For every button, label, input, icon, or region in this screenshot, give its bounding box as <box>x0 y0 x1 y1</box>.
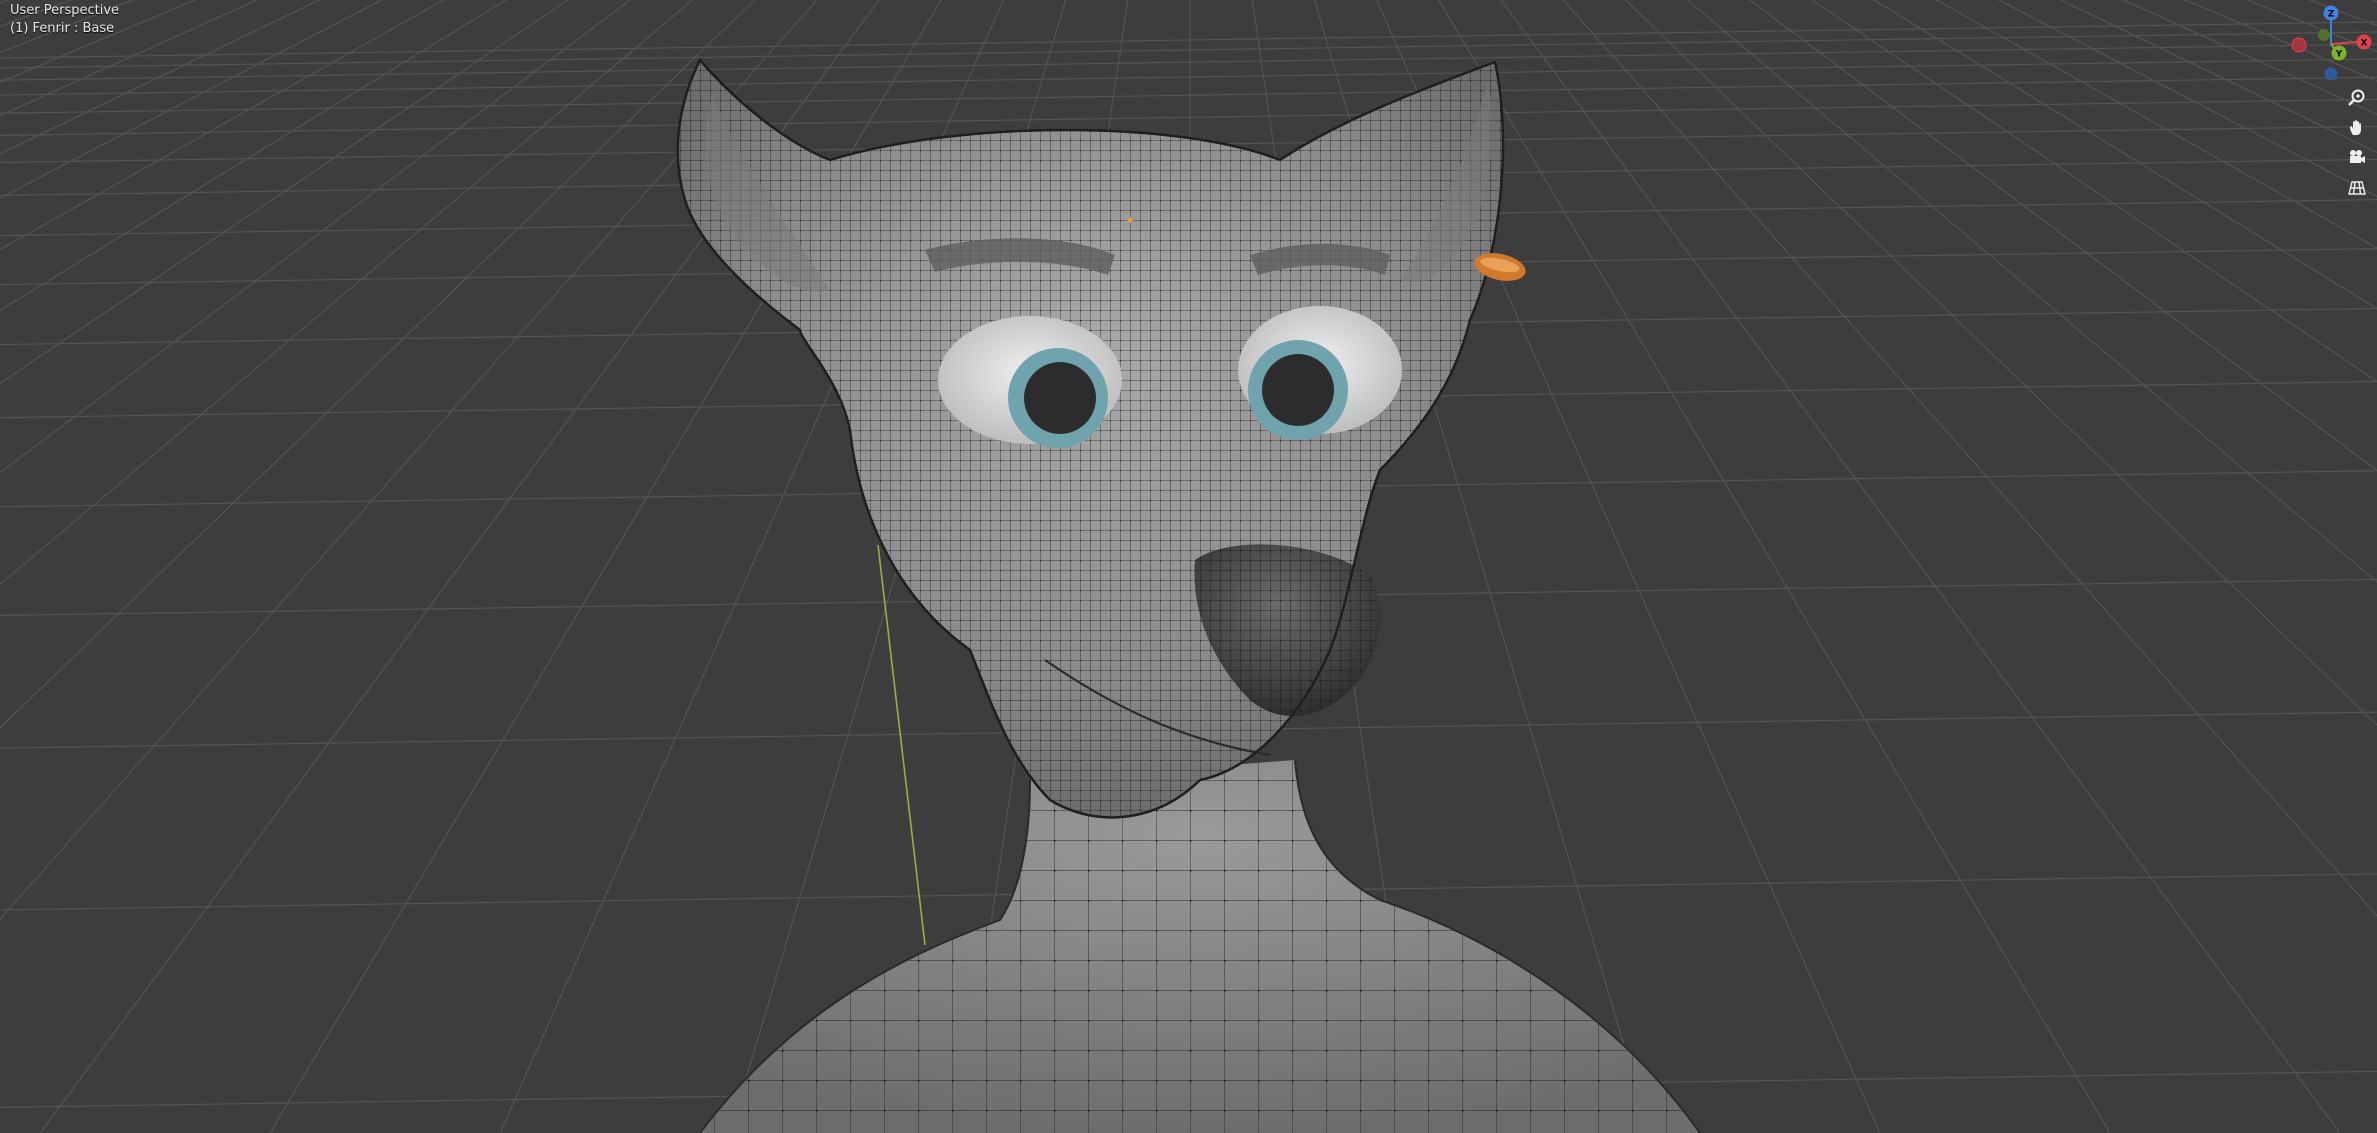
axis-z-label: Z <box>2328 10 2335 20</box>
object-origin <box>1127 217 1133 223</box>
pan-hand-icon <box>2350 120 2361 135</box>
grid-line <box>0 98 2377 136</box>
grid-line <box>0 21 2377 59</box>
zoom-button[interactable] <box>2342 84 2372 112</box>
grid-line <box>0 76 2377 114</box>
model-body[interactable] <box>680 759 1730 1133</box>
y-axis-line <box>877 544 926 946</box>
pan-button[interactable] <box>2342 114 2372 142</box>
zoom-icon <box>2348 89 2365 106</box>
toggle-projection-button[interactable] <box>2342 174 2372 202</box>
view-name-label: User Perspective <box>10 3 120 18</box>
axis-y-label: Y <box>2335 50 2343 60</box>
camera-view-button[interactable] <box>2342 144 2372 172</box>
axis-x-button[interactable]: X <box>2356 34 2372 50</box>
axis-y-button[interactable]: Y <box>2331 45 2347 61</box>
navigation-gizmo[interactable]: Z X Y <box>2291 5 2372 81</box>
axis-neg-y-button[interactable] <box>2318 29 2330 41</box>
axis-z-button[interactable]: Z <box>2323 5 2339 21</box>
toggle-projection-icon <box>2348 181 2366 195</box>
model-head[interactable] <box>660 50 1528 850</box>
axis-neg-x-button[interactable] <box>2291 37 2307 53</box>
axis-neg-z-button[interactable] <box>2324 67 2338 81</box>
axis-x-label: X <box>2361 39 2368 49</box>
active-object-info: (1) Fenrir : Base <box>10 21 115 36</box>
3d-viewport[interactable]: Z X Y <box>0 0 2377 1133</box>
camera-view-icon <box>2350 150 2365 163</box>
